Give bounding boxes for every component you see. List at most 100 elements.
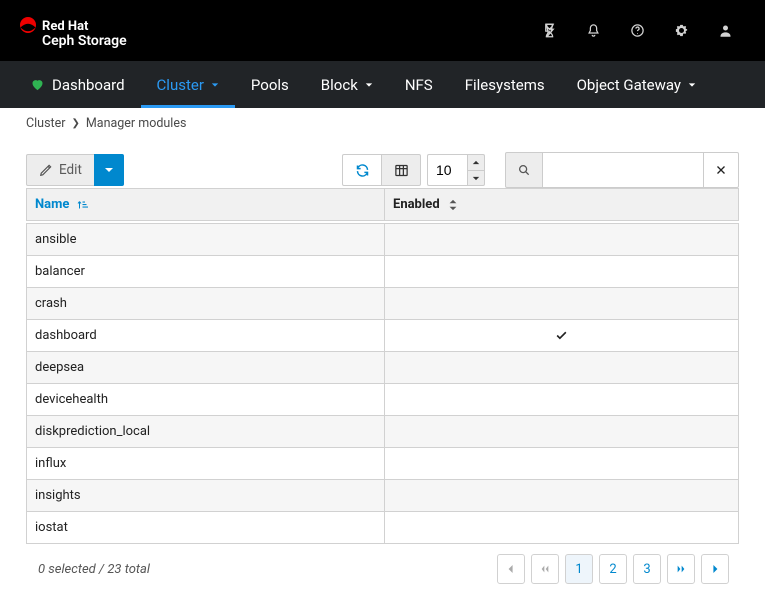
cell-name: balancer (27, 256, 385, 287)
edit-button[interactable]: Edit (26, 154, 95, 186)
search-button[interactable] (505, 152, 543, 188)
nav-nfs[interactable]: NFS (389, 61, 449, 108)
column-header-enabled[interactable]: Enabled (385, 189, 738, 220)
nav-dashboard[interactable]: Dashboard (14, 61, 141, 108)
cell-enabled (385, 224, 738, 255)
search-icon (517, 163, 531, 177)
chevron-up-icon (472, 160, 480, 165)
nav-block[interactable]: Block (305, 61, 389, 108)
table-row[interactable]: insights (27, 479, 738, 511)
cell-name: diskprediction_local (27, 416, 385, 447)
breadcrumb-root[interactable]: Cluster (26, 116, 65, 131)
check-icon (555, 329, 568, 342)
chevron-down-icon (688, 81, 696, 89)
search-input[interactable] (543, 152, 703, 188)
cell-name: ansible (27, 224, 385, 255)
page-size-up[interactable] (467, 154, 485, 170)
page-3[interactable]: 3 (633, 554, 661, 584)
column-header-enabled-label: Enabled (393, 197, 440, 212)
page-last[interactable] (667, 554, 695, 584)
nav-object-gateway-label: Object Gateway (577, 76, 681, 94)
page-size-input[interactable] (427, 154, 467, 186)
table-row[interactable]: influx (27, 447, 738, 479)
table-row[interactable]: diskprediction_local (27, 415, 738, 447)
refresh-icon (355, 163, 370, 178)
masthead: Red Hat Ceph Storage (0, 0, 765, 61)
cell-name: influx (27, 448, 385, 479)
nav-filesystems-label: Filesystems (465, 76, 545, 94)
cell-name: iostat (27, 512, 385, 543)
chevron-down-icon (365, 81, 373, 89)
breadcrumb: Cluster ❯ Manager modules (0, 108, 765, 138)
column-header-name-label: Name (35, 197, 69, 212)
breadcrumb-leaf: Manager modules (86, 116, 187, 131)
page-2[interactable]: 2 (599, 554, 627, 584)
cell-name: insights (27, 480, 385, 511)
chevron-down-icon (211, 81, 219, 89)
nav-pools-label: Pools (251, 76, 289, 94)
cell-enabled (385, 384, 738, 415)
tasks-icon[interactable] (527, 13, 571, 49)
nav-filesystems[interactable]: Filesystems (449, 61, 561, 108)
nav-pools[interactable]: Pools (235, 61, 305, 108)
nav-block-label: Block (321, 76, 358, 94)
table-footer: 0 selected / 23 total 123 (26, 544, 739, 596)
refresh-button[interactable] (342, 154, 382, 186)
help-icon[interactable] (615, 13, 659, 49)
page-1[interactable]: 1 (565, 554, 593, 584)
cell-enabled (385, 512, 738, 543)
notifications-icon[interactable] (571, 13, 615, 49)
nav-dashboard-label: Dashboard (52, 76, 125, 94)
pagination: 123 (497, 554, 729, 584)
table-row[interactable]: ansible (27, 223, 738, 255)
svg-text:Ceph Storage: Ceph Storage (42, 33, 127, 48)
user-icon[interactable] (703, 13, 747, 49)
selection-status: 0 selected / 23 total (36, 562, 150, 577)
nav-nfs-label: NFS (405, 76, 433, 94)
cell-enabled (385, 416, 738, 447)
column-header-name[interactable]: Name (27, 189, 385, 220)
edit-button-label: Edit (59, 162, 82, 178)
chevron-down-icon (104, 165, 114, 175)
close-icon (715, 164, 727, 176)
page-first[interactable] (531, 554, 559, 584)
chevron-down-icon (472, 176, 480, 181)
nav-object-gateway[interactable]: Object Gateway (561, 61, 712, 108)
brand-logo[interactable]: Red Hat Ceph Storage (18, 14, 136, 48)
page-size-down[interactable] (467, 170, 485, 186)
columns-icon (394, 163, 409, 178)
table-row[interactable]: balancer (27, 255, 738, 287)
cell-name: crash (27, 288, 385, 319)
table-body: ansiblebalancercrashdashboarddeepseadevi… (26, 223, 739, 544)
nav-cluster[interactable]: Cluster (141, 61, 235, 108)
cell-name: dashboard (27, 320, 385, 351)
chevron-right-icon: ❯ (71, 118, 79, 129)
cell-name: deepsea (27, 352, 385, 383)
edit-dropdown-button[interactable] (94, 154, 124, 186)
cell-enabled (385, 256, 738, 287)
table-toolbar: Edit (26, 152, 739, 188)
table-row[interactable]: deepsea (27, 351, 738, 383)
clear-search-button[interactable] (703, 152, 739, 188)
table-header: Name Enabled (26, 188, 739, 221)
table-row[interactable]: devicehealth (27, 383, 738, 415)
table-row[interactable]: dashboard (27, 319, 738, 351)
cell-name: devicehealth (27, 384, 385, 415)
columns-button[interactable] (381, 154, 421, 186)
cell-enabled (385, 288, 738, 319)
cell-enabled (385, 352, 738, 383)
sort-icon (448, 199, 458, 211)
settings-icon[interactable] (659, 13, 703, 49)
sort-asc-icon (77, 199, 89, 211)
table-row[interactable]: crash (27, 287, 738, 319)
cell-enabled (385, 320, 738, 351)
nav-cluster-label: Cluster (157, 76, 204, 94)
health-icon (30, 77, 45, 92)
page-next[interactable] (701, 554, 729, 584)
cell-enabled (385, 448, 738, 479)
pencil-icon (39, 163, 53, 177)
table-row[interactable]: iostat (27, 511, 738, 543)
svg-text:Red Hat: Red Hat (42, 19, 89, 34)
cell-enabled (385, 480, 738, 511)
page-prev[interactable] (497, 554, 525, 584)
